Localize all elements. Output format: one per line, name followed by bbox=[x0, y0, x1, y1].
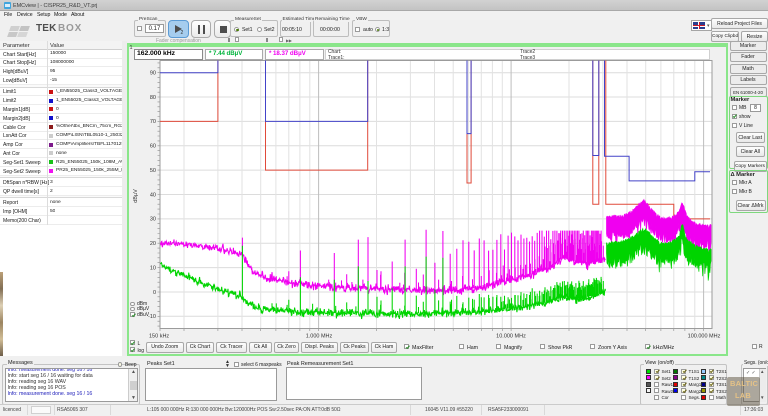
svg-text:0: 0 bbox=[153, 290, 156, 296]
svg-text:100.000 MHz: 100.000 MHz bbox=[688, 334, 721, 340]
svg-text:20: 20 bbox=[150, 241, 156, 247]
svg-text:10: 10 bbox=[150, 265, 156, 271]
svg-text:-10: -10 bbox=[148, 314, 156, 320]
svg-text:60: 60 bbox=[150, 144, 156, 150]
svg-text:dBµV: dBµV bbox=[133, 189, 139, 203]
svg-text:90: 90 bbox=[150, 71, 156, 77]
svg-text:50: 50 bbox=[150, 168, 156, 174]
svg-text:30: 30 bbox=[150, 217, 156, 223]
svg-text:70: 70 bbox=[150, 119, 156, 125]
svg-text:1.000 MHz: 1.000 MHz bbox=[306, 334, 333, 340]
svg-text:150 kHz: 150 kHz bbox=[149, 334, 169, 340]
svg-text:80: 80 bbox=[150, 95, 156, 101]
svg-text:40: 40 bbox=[150, 192, 156, 198]
svg-text:10.000 MHz: 10.000 MHz bbox=[496, 334, 526, 340]
